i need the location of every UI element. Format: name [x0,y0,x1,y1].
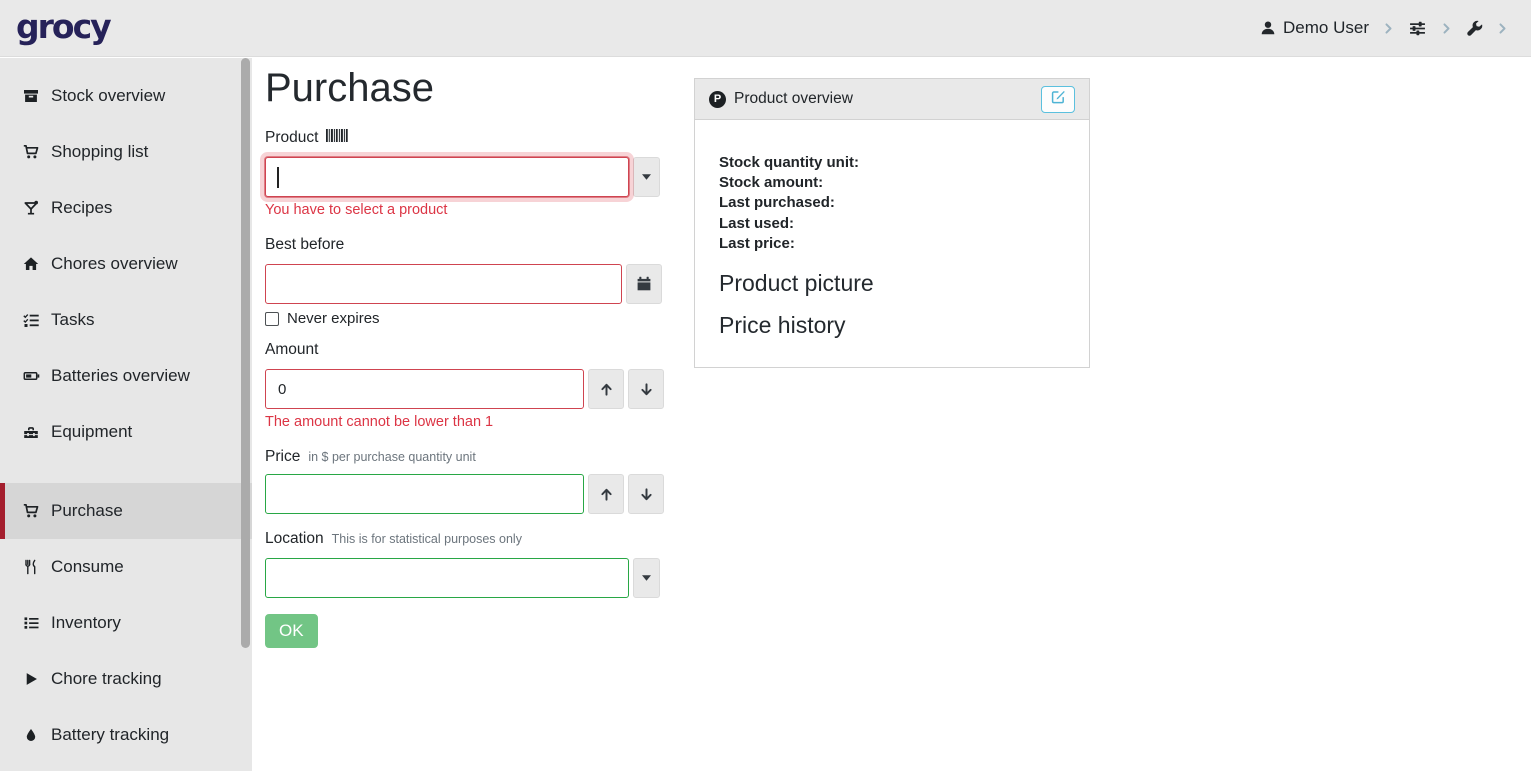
list-icon [21,615,41,631]
toolbox-icon [21,424,41,440]
amount-decrease-button[interactable] [628,369,664,409]
wrench-icon[interactable] [1466,20,1483,37]
chevron-right-icon [1382,22,1395,35]
product-overview-header: P Product overview [695,79,1089,120]
sidebar-item-label: Recipes [51,198,112,218]
product-overview-card: P Product overview Stock quantity unit: … [694,78,1090,368]
stock-quantity-unit-field: Stock quantity unit: [719,153,1065,173]
user-icon [1260,20,1276,36]
last-price-field: Last price: [719,234,1065,254]
tasks-icon [21,312,41,328]
sidebar-item-purchase[interactable]: Purchase [0,483,252,539]
sidebar-item-label: Purchase [51,501,123,521]
price-hint: in $ per purchase quantity unit [308,450,475,464]
cart-icon [21,144,41,160]
sidebar-item-battery-tracking[interactable]: Battery tracking [0,707,252,763]
ok-button[interactable]: OK [265,614,318,648]
user-name: Demo User [1283,18,1369,38]
barcode-icon[interactable] [326,129,349,147]
home-icon [21,256,41,272]
amount-input[interactable]: 0 [265,369,584,409]
sidebar-item-recipes[interactable]: Recipes [0,180,252,236]
price-input[interactable] [265,474,584,514]
sidebar-nav: Stock overview Shopping list Recipes Cho… [0,58,252,771]
chevron-right-icon [1496,22,1509,35]
text-cursor [277,167,279,188]
cocktail-icon [21,200,41,216]
cart-icon [21,503,41,519]
location-hint: This is for statistical purposes only [332,532,522,546]
sidebar-item-equipment[interactable]: Equipment [0,404,252,460]
edit-product-button[interactable] [1041,86,1075,113]
sidebar-item-label: Tasks [51,310,94,330]
sliders-icon[interactable] [1408,20,1427,37]
purchase-form: Purchase Product You have to select a pr… [252,58,712,771]
calendar-button[interactable] [626,264,662,304]
amount-increase-button[interactable] [588,369,624,409]
product-overview-title: Product overview [734,90,853,108]
last-used-field: Last used: [719,214,1065,234]
droplet-icon [21,727,41,743]
sidebar-item-label: Batteries overview [51,366,190,386]
sidebar-item-shopping-list[interactable]: Shopping list [0,124,252,180]
grocy-logo[interactable]: grocy [16,10,110,47]
utensils-icon [21,559,41,575]
edit-icon [1051,89,1066,109]
product-circle-icon: P [709,91,726,108]
best-before-label: Best before [265,236,344,254]
sidebar-item-label: Shopping list [51,142,148,162]
price-increase-button[interactable] [588,474,624,514]
sidebar-item-tasks[interactable]: Tasks [0,292,252,348]
sidebar-item-label: Consume [51,557,124,577]
sidebar-item-stock-overview[interactable]: Stock overview [0,68,252,124]
play-icon [21,671,41,687]
chevron-right-icon [1440,22,1453,35]
sidebar-item-inventory[interactable]: Inventory [0,595,252,651]
user-menu[interactable]: Demo User [1260,18,1369,38]
product-dropdown-button[interactable] [633,157,660,197]
price-label: Price [265,448,300,466]
never-expires-label: Never expires [287,310,380,327]
product-error: You have to select a product [265,202,712,218]
last-purchased-field: Last purchased: [719,193,1065,213]
sidebar-item-chores-overview[interactable]: Chores overview [0,236,252,292]
amount-error: The amount cannot be lower than 1 [265,414,712,430]
box-icon [21,88,41,104]
sidebar-item-label: Stock overview [51,86,165,106]
sidebar-scrollbar[interactable] [241,58,250,648]
page-title: Purchase [265,64,712,112]
product-label: Product [265,129,318,147]
sidebar-item-label: Inventory [51,613,121,633]
stock-amount-field: Stock amount: [719,173,1065,193]
sidebar-item-label: Battery tracking [51,725,169,745]
location-label: Location [265,530,324,548]
price-history-heading: Price history [719,312,1065,338]
price-decrease-button[interactable] [628,474,664,514]
sidebar-item-batteries-overview[interactable]: Batteries overview [0,348,252,404]
never-expires-checkbox[interactable] [265,312,279,326]
location-select[interactable] [265,558,629,598]
amount-label: Amount [265,341,318,359]
sidebar-item-consume[interactable]: Consume [0,539,252,595]
product-picture-heading: Product picture [719,270,1065,296]
battery-icon [21,368,41,384]
sidebar-item-label: Chore tracking [51,669,162,689]
sidebar-item-chore-tracking[interactable]: Chore tracking [0,651,252,707]
top-navbar: grocy Demo User [0,0,1531,57]
best-before-input[interactable] [265,264,622,304]
location-dropdown-button[interactable] [633,558,660,598]
sidebar-item-label: Chores overview [51,254,178,274]
product-input[interactable] [265,157,629,197]
sidebar-item-label: Equipment [51,422,132,442]
